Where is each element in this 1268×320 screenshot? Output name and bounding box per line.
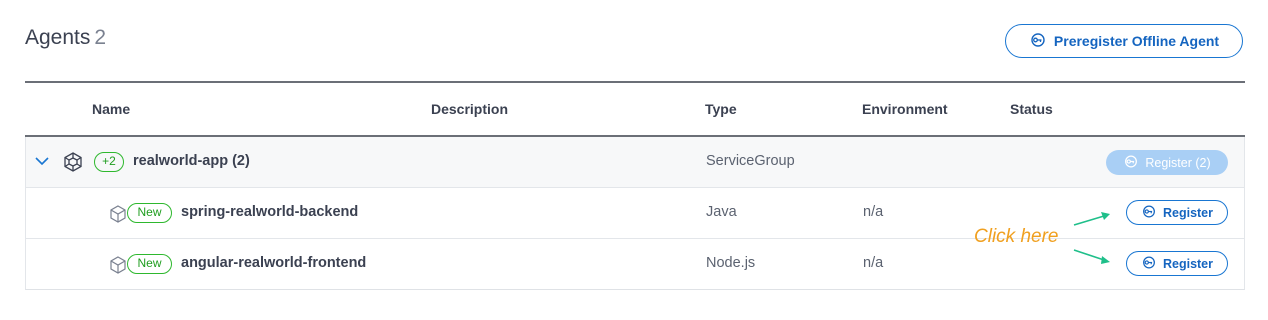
register-all-button[interactable]: Register (2) <box>1106 150 1228 175</box>
agent-type: Java <box>706 204 737 220</box>
register-key-icon <box>1029 32 1047 50</box>
service-group-icon <box>62 151 84 178</box>
table-row-group[interactable]: +2 realworld-app (2) ServiceGroup Regist… <box>25 137 1245 188</box>
child-count-badge: +2 <box>94 152 124 172</box>
column-header-environment[interactable]: Environment <box>862 101 948 117</box>
register-key-icon <box>1141 205 1157 221</box>
table-header: Name Description Type Environment Status <box>25 81 1245 137</box>
agent-cube-icon <box>108 204 128 229</box>
register-button[interactable]: Register <box>1126 200 1228 225</box>
register-key-icon <box>1141 256 1157 272</box>
preregister-offline-agent-button[interactable]: Preregister Offline Agent <box>1005 24 1243 58</box>
new-badge: New <box>127 254 172 274</box>
agent-type: Node.js <box>706 255 756 271</box>
agent-cube-icon <box>108 255 128 280</box>
agent-environment: n/a <box>863 204 884 220</box>
chevron-down-icon[interactable] <box>34 154 50 172</box>
column-header-status[interactable]: Status <box>1010 101 1053 117</box>
agent-name: angular-realworld-frontend <box>181 255 367 271</box>
agent-environment: n/a <box>863 255 884 271</box>
agent-count: 2 <box>94 26 107 49</box>
column-header-name[interactable]: Name <box>92 101 130 117</box>
click-here-annotation: Click here <box>974 226 1059 247</box>
page-title-text: Agents <box>25 26 91 49</box>
annotation-arrows-icon <box>1073 212 1110 264</box>
column-header-description[interactable]: Description <box>431 101 508 117</box>
agent-name: spring-realworld-backend <box>181 204 359 220</box>
register-all-label: Register (2) <box>1145 155 1211 170</box>
register-key-icon <box>1123 155 1139 171</box>
preregister-label: Preregister Offline Agent <box>1053 33 1220 49</box>
register-button[interactable]: Register <box>1126 251 1228 276</box>
page-title: Agents 2 <box>25 26 106 50</box>
group-name: realworld-app (2) <box>133 153 250 169</box>
column-header-type[interactable]: Type <box>705 101 737 117</box>
register-label: Register <box>1162 205 1214 220</box>
register-label: Register <box>1162 256 1214 271</box>
page-header: Agents 2 Preregister Offline Agent <box>25 24 1243 58</box>
group-type: ServiceGroup <box>706 153 795 169</box>
new-badge: New <box>127 203 172 223</box>
